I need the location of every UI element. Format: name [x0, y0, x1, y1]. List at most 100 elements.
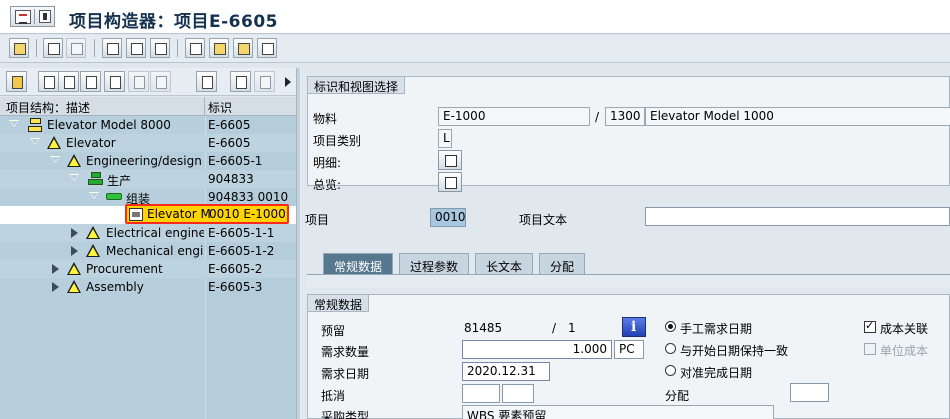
- assignment-field[interactable]: [790, 383, 829, 402]
- expand-icon[interactable]: [71, 228, 78, 238]
- open-folder-icon[interactable]: [6, 71, 27, 92]
- align-finish-date-radio[interactable]: [665, 365, 676, 376]
- collapse-icon[interactable]: [89, 192, 99, 199]
- procurement-type-field[interactable]: WBS 要素预留: [462, 405, 774, 419]
- item-text-label: 项目文本: [519, 213, 568, 227]
- collapse-icon[interactable]: [9, 120, 19, 127]
- collapse-icon[interactable]: [50, 156, 60, 163]
- unit-cost-checkbox[interactable]: [864, 343, 876, 355]
- wbs-element-icon: [67, 280, 81, 293]
- cut-icon[interactable]: [80, 71, 101, 92]
- material-icon: [129, 208, 143, 221]
- requirement-quantity-field[interactable]: 1.000: [462, 340, 612, 359]
- info-button[interactable]: i: [622, 317, 646, 337]
- slash-label: /: [595, 110, 600, 124]
- offset-field-2[interactable]: [502, 384, 534, 403]
- wbs-element-icon: [67, 154, 81, 167]
- assignment-label: 分配: [665, 389, 690, 403]
- expand-icon[interactable]: [52, 264, 59, 274]
- material-description-field[interactable]: Elevator Model 1000: [645, 107, 950, 126]
- paste-element-icon[interactable]: [66, 38, 86, 58]
- reservation-label: 预留: [321, 324, 346, 338]
- align-finish-date-label: 对准完成日期: [680, 366, 753, 380]
- item-text-field[interactable]: [645, 207, 950, 226]
- tree-row[interactable]: Procurement E-6605-2: [0, 260, 296, 278]
- tree-row[interactable]: Engineering/design E-6605-1: [0, 152, 296, 170]
- more-arrow-icon[interactable]: [285, 77, 291, 87]
- detail-label: 明细:: [313, 156, 342, 170]
- wbs-element-icon: [86, 244, 100, 257]
- general-data-group: 常规数据 预留 81485 / 1 i 需求数量 1.000 PC 需求日期 2…: [307, 294, 950, 419]
- plant-field[interactable]: 1300: [605, 107, 645, 126]
- wbs-element-icon: [47, 136, 61, 149]
- wbs-element-icon: [67, 262, 81, 275]
- tree-row[interactable]: Elevator Model 8000 E-6605: [0, 116, 296, 134]
- system-menu-button[interactable]: [10, 6, 55, 27]
- requirement-date-field[interactable]: 2020.12.31: [462, 362, 550, 381]
- network-icon[interactable]: [126, 38, 146, 58]
- application-toolbar: [0, 35, 950, 63]
- tree-column-id[interactable]: 标识: [208, 99, 232, 116]
- delete-icon[interactable]: [196, 71, 217, 92]
- expand-icon[interactable]: [71, 246, 78, 256]
- find-next-icon[interactable]: [254, 71, 275, 92]
- hierarchy-icon[interactable]: [102, 38, 122, 58]
- group-title: 常规数据: [308, 295, 370, 312]
- expand-icon[interactable]: [52, 282, 59, 292]
- copy-icon[interactable]: [104, 71, 125, 92]
- edit-note-icon[interactable]: [209, 38, 229, 58]
- tab-process-parameters[interactable]: 过程参数: [399, 253, 470, 275]
- procurement-type-label: 采购类型: [321, 410, 370, 419]
- manual-requirement-date-radio[interactable]: [665, 321, 676, 332]
- requirement-quantity-label: 需求数量: [321, 345, 370, 359]
- paste-icon[interactable]: [128, 71, 149, 92]
- tree-row[interactable]: Mechanical engine E-6605-1-2: [0, 242, 296, 260]
- magic-wand-icon[interactable]: [9, 38, 29, 58]
- tab-assignment[interactable]: 分配: [539, 253, 586, 275]
- item-category-field[interactable]: L: [438, 129, 452, 148]
- keyboard-icon[interactable]: [185, 38, 205, 58]
- detail-panel: 标识和视图选择 物料 E-1000 / 1300 Elevator Model …: [301, 68, 950, 419]
- overview-label: 总览:: [313, 178, 342, 192]
- selected-component-highlight[interactable]: Elevator M 0010 E-1000: [125, 204, 289, 224]
- reservation-item: 1: [568, 321, 576, 335]
- tree-toolbar: [0, 68, 296, 96]
- wbs-element-icon: [86, 226, 100, 239]
- exit-icon[interactable]: [257, 38, 277, 58]
- costing-relevant-label: 成本关联: [880, 322, 929, 336]
- item-number-field[interactable]: 0010: [430, 208, 466, 227]
- unit-field[interactable]: PC: [614, 340, 644, 359]
- overview-button[interactable]: [438, 172, 462, 192]
- identification-group: 标识和视图选择 物料 E-1000 / 1300 Elevator Model …: [307, 76, 950, 192]
- offset-label: 抵消: [321, 389, 346, 403]
- find-icon[interactable]: [230, 71, 251, 92]
- collapse-icon[interactable]: [69, 174, 79, 181]
- undo-icon[interactable]: [150, 71, 171, 92]
- new-document-icon[interactable]: [38, 71, 59, 92]
- align-start-date-label: 与开始日期保持一致: [680, 344, 789, 358]
- item-label: 项目: [305, 213, 330, 227]
- tree-row[interactable]: Elevator E-6605: [0, 134, 296, 152]
- requirement-date-label: 需求日期: [321, 367, 370, 381]
- tree-row[interactable]: Electrical engineer E-6605-1-1: [0, 224, 296, 242]
- costing-relevant-checkbox[interactable]: [864, 319, 876, 333]
- offset-field-1[interactable]: [462, 384, 500, 403]
- tree-column-description[interactable]: 项目结构：描述: [6, 99, 90, 116]
- page-title: 项目构造器：项目E-6605: [69, 12, 278, 32]
- material-label: 物料: [313, 112, 338, 126]
- grid-icon[interactable]: [150, 38, 170, 58]
- settings-icon[interactable]: [233, 38, 253, 58]
- collapse-icon[interactable]: [30, 138, 40, 145]
- detail-view-button[interactable]: [438, 150, 462, 170]
- tab-long-text[interactable]: 长文本: [475, 253, 534, 275]
- copy-element-icon[interactable]: [43, 38, 63, 58]
- tree-row[interactable]: 生产 904833: [0, 170, 296, 188]
- align-start-date-radio[interactable]: [665, 343, 676, 354]
- material-field[interactable]: E-1000: [438, 107, 590, 126]
- new-page-icon[interactable]: [58, 71, 79, 92]
- dropdown-icon: [39, 10, 51, 23]
- item-category-label: 项目类别: [313, 134, 362, 148]
- tree-row[interactable]: Assembly E-6605-3: [0, 278, 296, 296]
- tab-general-data[interactable]: 常规数据: [323, 253, 394, 275]
- reservation-number: 81485: [464, 321, 503, 335]
